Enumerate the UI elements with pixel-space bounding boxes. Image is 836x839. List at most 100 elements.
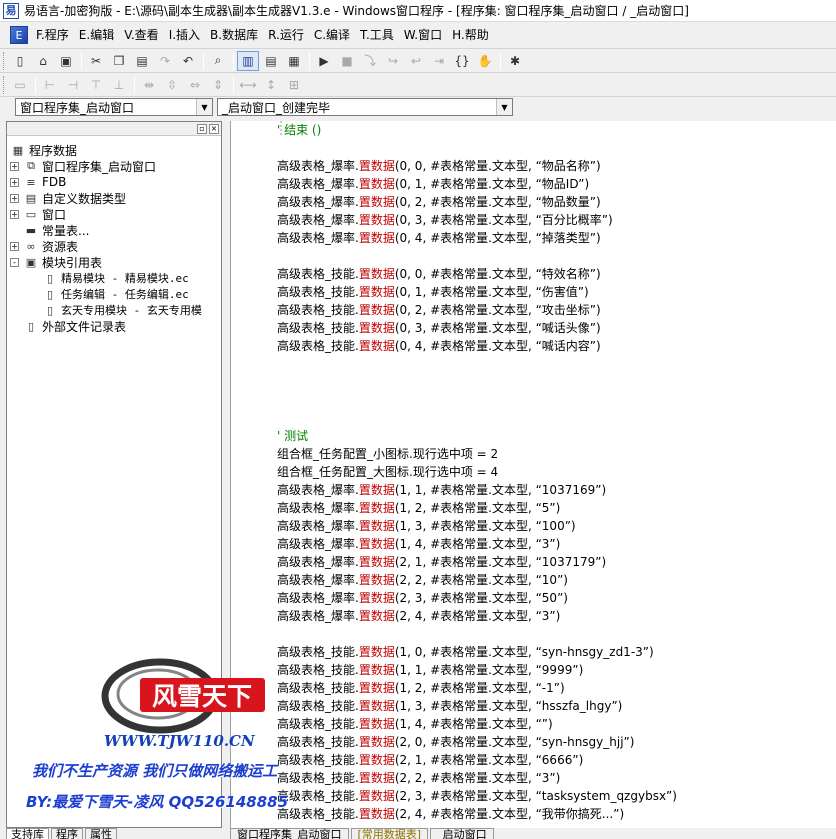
align-left-icon[interactable]: ⊢ — [39, 75, 61, 95]
code-line[interactable]: 高级表格_技能.置数据(0, 3, #表格常量.文本型, “喊话头像”) — [277, 319, 836, 337]
editor-tab[interactable]: _启动窗口 — [430, 828, 494, 839]
layout-view-1-icon[interactable]: ▥ — [237, 50, 259, 71]
code-line[interactable]: 组合框_任务配置_小图标.现行选中项 = 2 — [277, 445, 836, 463]
stop-icon[interactable]: ■ — [336, 51, 358, 71]
chevron-down-icon[interactable]: ▼ — [496, 99, 512, 115]
code-line[interactable] — [277, 139, 836, 157]
expand-icon[interactable]: + — [10, 161, 19, 171]
code-line[interactable]: 高级表格_技能.置数据(1, 4, #表格常量.文本型, “”) — [277, 715, 836, 733]
expand-icon[interactable]: + — [10, 193, 19, 203]
code-line[interactable] — [277, 625, 836, 643]
code-line[interactable]: 高级表格_爆率.置数据(0, 0, #表格常量.文本型, “物品名称”) — [277, 157, 836, 175]
tree-node[interactable]: ▬ 常量表... — [7, 222, 221, 238]
align-right-icon[interactable]: ⊣ — [62, 75, 84, 95]
code-line[interactable]: 组合框_任务配置_大图标.现行选中项 = 4 — [277, 463, 836, 481]
code-line[interactable]: 高级表格_技能.置数据(1, 3, #表格常量.文本型, “hsszfa_lhg… — [277, 697, 836, 715]
tree-root[interactable]: ▦ 程序数据 — [7, 142, 221, 158]
collapse-icon[interactable]: - — [10, 257, 19, 267]
step-out-icon[interactable]: ↩ — [405, 51, 427, 71]
left-tab[interactable]: 程序 — [51, 828, 83, 839]
code-line[interactable]: 高级表格_技能.置数据(2, 2, #表格常量.文本型, “3”) — [277, 769, 836, 787]
tree-node[interactable]: + ∞ 资源表 — [7, 238, 221, 254]
code-line[interactable]: 高级表格_技能.置数据(1, 1, #表格常量.文本型, “9999”) — [277, 661, 836, 679]
debug-bug-icon[interactable]: ✱ — [504, 51, 526, 71]
center-horizontal-icon[interactable]: ⇹ — [138, 75, 160, 95]
code-line[interactable]: 高级表格_技能.置数据(0, 2, #表格常量.文本型, “攻击坐标”) — [277, 301, 836, 319]
redo-icon[interactable]: ↷ — [154, 51, 176, 71]
editor-tab[interactable]: 窗口程序集_启动窗口 — [230, 828, 349, 839]
code-line[interactable]: 高级表格_爆率.置数据(1, 2, #表格常量.文本型, “5”) — [277, 499, 836, 517]
step-over-icon[interactable]: ↪ — [382, 51, 404, 71]
menu-tools[interactable]: T.工具 — [355, 25, 399, 45]
cut-icon[interactable]: ✂ — [85, 51, 107, 71]
code-line[interactable] — [277, 409, 836, 427]
open-folder-icon[interactable]: ⌂ — [32, 51, 54, 71]
toolbar-grip[interactable] — [3, 75, 6, 94]
tree-node[interactable]: + ▭ 窗口 — [7, 206, 221, 222]
code-line[interactable]: 高级表格_爆率.置数据(1, 4, #表格常量.文本型, “3”) — [277, 535, 836, 553]
align-bottom-icon[interactable]: ⊥ — [108, 75, 130, 95]
hand-icon[interactable]: ✋ — [474, 51, 496, 71]
run-icon[interactable]: ▶ — [313, 51, 335, 71]
menu-database[interactable]: B.数据库 — [205, 25, 263, 45]
toolbar-grip[interactable] — [3, 51, 6, 70]
code-line[interactable]: 高级表格_爆率.置数据(2, 4, #表格常量.文本型, “3”) — [277, 607, 836, 625]
code-line[interactable]: 高级表格_技能.置数据(0, 4, #表格常量.文本型, “喊话内容”) — [277, 337, 836, 355]
code-line[interactable] — [277, 373, 836, 391]
subroutine-select[interactable]: _启动窗口_创建完毕 ▼ — [217, 98, 513, 116]
left-tab[interactable]: 属性 — [85, 828, 117, 839]
same-height-icon[interactable]: ⇕ — [207, 75, 229, 95]
code-line[interactable] — [277, 355, 836, 373]
code-line[interactable]: 高级表格_爆率.置数据(2, 3, #表格常量.文本型, “50”) — [277, 589, 836, 607]
code-line[interactable]: 高级表格_技能.置数据(2, 0, #表格常量.文本型, “syn-hnsgy_… — [277, 733, 836, 751]
space-horizontal-icon[interactable]: ⟷ — [237, 75, 259, 95]
tree-node[interactable]: ▯ 精易模块 - 精易模块.ec — [7, 270, 221, 286]
code-line[interactable]: 高级表格_技能.置数据(1, 0, #表格常量.文本型, “syn-hnsgy_… — [277, 643, 836, 661]
tree-node[interactable]: ▯ 任务编辑 - 任务编辑.ec — [7, 286, 221, 302]
editor-tab[interactable]: [常用数据表] — [350, 828, 429, 839]
code-line[interactable]: 高级表格_爆率.置数据(0, 4, #表格常量.文本型, “掉落类型”) — [277, 229, 836, 247]
find-icon[interactable]: ⌕ — [207, 51, 229, 71]
undo-icon[interactable]: ↶ — [177, 51, 199, 71]
expand-icon[interactable]: + — [10, 177, 19, 187]
new-file-icon[interactable]: ▯ — [9, 51, 31, 71]
step-into-icon[interactable]: ⤵ — [359, 51, 381, 71]
center-vertical-icon[interactable]: ⇳ — [161, 75, 183, 95]
tree-node[interactable]: - ▣ 模块引用表 — [7, 254, 221, 270]
tree-node[interactable]: + ▤ 自定义数据类型 — [7, 190, 221, 206]
copy-icon[interactable]: ❐ — [108, 51, 130, 71]
code-line[interactable]: 高级表格_技能.置数据(0, 1, #表格常量.文本型, “伤害值”) — [277, 283, 836, 301]
menu-run[interactable]: R.运行 — [263, 25, 309, 45]
code-editor[interactable]: ' 结束 () 高级表格_爆率.置数据(0, 0, #表格常量.文本型, “物品名… — [230, 121, 836, 828]
menu-compile[interactable]: C.编译 — [309, 25, 355, 45]
panel-restore-icon[interactable]: ▫ — [197, 123, 207, 134]
left-tab[interactable]: 支持库 — [6, 828, 49, 839]
code-line[interactable]: 高级表格_爆率.置数据(1, 3, #表格常量.文本型, “100”) — [277, 517, 836, 535]
menu-program[interactable]: F.程序 — [31, 25, 74, 45]
expand-icon[interactable]: + — [10, 241, 19, 251]
run-to-cursor-icon[interactable]: ⇥ — [428, 51, 450, 71]
menu-edit[interactable]: E.编辑 — [74, 25, 119, 45]
tree-node[interactable]: + ⧉ 窗口程序集_启动窗口 — [7, 158, 221, 174]
paste-icon[interactable]: ▤ — [131, 51, 153, 71]
code-line[interactable]: 高级表格_爆率.置数据(2, 1, #表格常量.文本型, “1037179”) — [277, 553, 836, 571]
align-top-icon[interactable]: ⊤ — [85, 75, 107, 95]
code-line[interactable]: 高级表格_爆率.置数据(0, 2, #表格常量.文本型, “物品数量”) — [277, 193, 836, 211]
code-line[interactable]: 高级表格_技能.置数据(2, 3, #表格常量.文本型, “tasksystem… — [277, 787, 836, 805]
chevron-down-icon[interactable]: ▼ — [196, 99, 212, 115]
align-form-icon[interactable]: ▭ — [9, 75, 31, 95]
grid-icon[interactable]: ⊞ — [283, 75, 305, 95]
tree-node[interactable]: + ≡ FDB — [7, 174, 221, 190]
code-line[interactable]: 高级表格_技能.置数据(2, 4, #表格常量.文本型, “我带你搞死...”) — [277, 805, 836, 823]
same-width-icon[interactable]: ⇔ — [184, 75, 206, 95]
braces-icon[interactable]: {} — [451, 51, 473, 71]
menu-window[interactable]: W.窗口 — [399, 25, 447, 45]
layout-view-3-icon[interactable]: ▦ — [283, 51, 305, 71]
tree-node[interactable]: ▯ 玄天专用模块 - 玄天专用模 — [7, 302, 221, 318]
code-line[interactable]: 高级表格_爆率.置数据(1, 1, #表格常量.文本型, “1037169”) — [277, 481, 836, 499]
code-line[interactable] — [277, 391, 836, 409]
space-vertical-icon[interactable]: ↕ — [260, 75, 282, 95]
menu-view[interactable]: V.查看 — [119, 25, 163, 45]
layout-view-2-icon[interactable]: ▤ — [260, 51, 282, 71]
code-line[interactable]: 高级表格_爆率.置数据(0, 1, #表格常量.文本型, “物品ID”) — [277, 175, 836, 193]
